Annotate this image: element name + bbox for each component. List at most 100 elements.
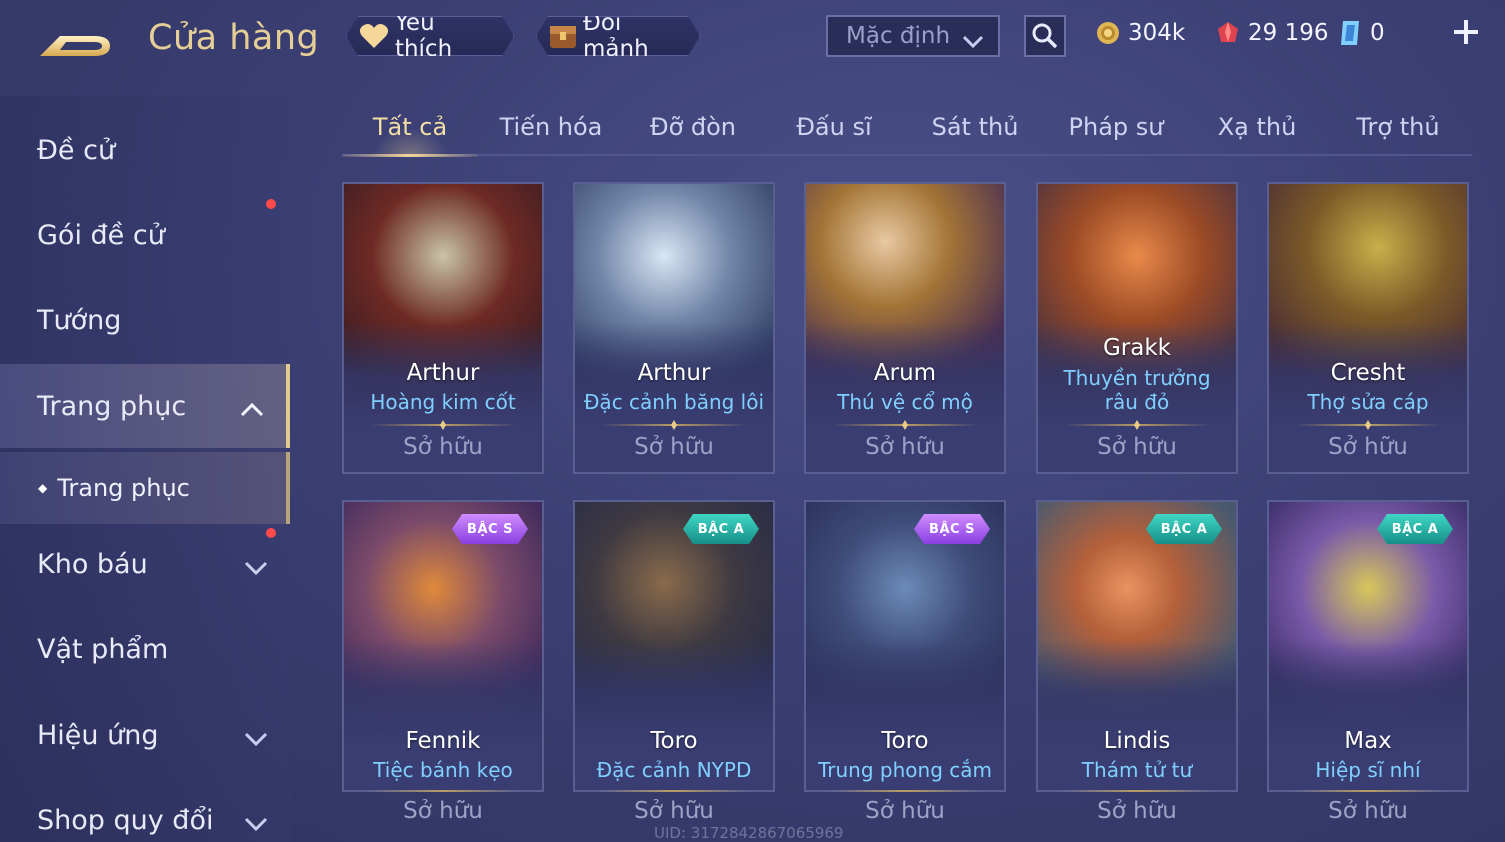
- owned-status: Sở hữu: [865, 798, 945, 824]
- tier-badge: BẬC A: [1377, 514, 1453, 544]
- diamond-bullet-icon: ◆: [38, 481, 48, 495]
- skin-card[interactable]: Cresht Thợ sửa cáp Sở hữu: [1267, 182, 1469, 474]
- tab-fighter[interactable]: Đấu sĩ: [766, 100, 902, 154]
- divider: [601, 424, 747, 426]
- skin-grid: Arthur Hoàng kim cốt Sở hữu Arthur Đặc c…: [342, 182, 1472, 842]
- notification-dot: [266, 199, 276, 209]
- chevron-up-icon: [240, 394, 264, 425]
- skin-name: Trung phong cắm: [818, 758, 992, 782]
- sidebar-item-items[interactable]: Vật phẩm: [0, 607, 290, 691]
- skin-card[interactable]: BẬC S Fennik Tiệc bánh kẹo: [342, 500, 544, 792]
- tab-tank[interactable]: Đỡ đòn: [625, 100, 761, 154]
- divider: [830, 790, 980, 792]
- sidebar-item-label: Hiệu ứng: [37, 719, 159, 751]
- sidebar-subitem-skins[interactable]: ◆ Trang phục: [0, 452, 290, 524]
- owned-status: Sở hữu: [1328, 434, 1408, 460]
- skin-card[interactable]: Grakk Thuyền trưởng râu đỏ Sở hữu: [1036, 182, 1238, 474]
- exchange-fragments-button[interactable]: Đổi mảnh: [536, 16, 700, 56]
- hero-name: Cresht: [1330, 360, 1406, 386]
- chevron-down-icon: [244, 723, 268, 754]
- tab-evolution[interactable]: Tiến hóa: [483, 100, 619, 154]
- sidebar-item-label: Gói đề cử: [37, 219, 165, 251]
- sidebar: Đề cử Gói đề cử Tướng Trang phục ◆ Trang…: [0, 96, 290, 842]
- sidebar-item-label: Vật phẩm: [37, 633, 169, 665]
- fragments-label: Đổi mảnh: [583, 10, 649, 62]
- sidebar-item-heroes[interactable]: Tướng: [0, 278, 290, 362]
- crystal-icon: [1336, 19, 1364, 47]
- sidebar-item-label: Tướng: [37, 304, 122, 336]
- gold-balance: 304k: [1094, 16, 1185, 50]
- tier-badge: BẬC S: [452, 514, 528, 544]
- search-icon: [1032, 23, 1058, 49]
- divider: [1293, 790, 1443, 792]
- fragment-chest-icon: [547, 19, 579, 53]
- sidebar-item-exchange-shop[interactable]: Shop quy đổi: [0, 778, 290, 842]
- hero-name: Arthur: [406, 360, 480, 386]
- user-id-watermark: UID: 3172842867065969: [654, 824, 844, 842]
- chevron-down-icon: [244, 552, 268, 583]
- sidebar-item-label: Kho báu: [37, 548, 148, 580]
- skin-card[interactable]: BẬC A Max Hiệp sĩ nhí: [1267, 500, 1469, 792]
- favorites-label: Yêu thích: [394, 10, 453, 62]
- back-arrow-icon: [40, 36, 110, 56]
- divider: [1064, 424, 1210, 426]
- tier-badge: BẬC A: [683, 514, 759, 544]
- plus-icon: [1454, 20, 1478, 44]
- sidebar-item-label: Đề cử: [37, 134, 116, 166]
- top-bar: Cửa hàng Yêu thích Đổi mảnh Mặc định 304…: [0, 0, 1505, 80]
- divider: [1295, 424, 1441, 426]
- owned-status: Sở hữu: [1097, 434, 1177, 460]
- sidebar-item-treasure[interactable]: Kho báu: [0, 522, 290, 606]
- tab-support[interactable]: Trợ thủ: [1330, 100, 1466, 154]
- back-button[interactable]: [36, 22, 116, 62]
- top-up-button[interactable]: [1450, 16, 1482, 48]
- divider: [599, 790, 749, 792]
- row2-owned-strip: Sở hữu Sở hữu Sở hữu Sở hữu Sở hữu: [342, 782, 1472, 842]
- owned-status: Sở hữu: [1328, 798, 1408, 824]
- sidebar-item-effects[interactable]: Hiệu ứng: [0, 693, 290, 777]
- skin-name: Thú vệ cổ mộ: [837, 390, 973, 414]
- favorites-button[interactable]: Yêu thích: [346, 16, 514, 56]
- diamond-amount: 0: [1370, 20, 1385, 46]
- divider: [1062, 790, 1212, 792]
- gold-amount: 304k: [1128, 20, 1186, 46]
- hero-name: Arthur: [637, 360, 711, 386]
- hero-name: Fennik: [405, 728, 481, 754]
- hero-name: Toro: [881, 728, 929, 754]
- divider: [832, 424, 978, 426]
- voucher-balance: 29 196: [1214, 16, 1328, 50]
- skin-name: Đặc cảnh NYPD: [596, 758, 752, 782]
- tab-marksman[interactable]: Xạ thủ: [1189, 100, 1325, 154]
- tab-mage[interactable]: Pháp sư: [1048, 100, 1184, 154]
- chevron-down-icon: [962, 29, 984, 55]
- tab-all[interactable]: Tất cả: [342, 100, 478, 157]
- sidebar-item-recommended[interactable]: Đề cử: [0, 108, 290, 192]
- diamond-balance: 0: [1336, 16, 1385, 50]
- divider: [368, 790, 518, 792]
- skin-card[interactable]: Arthur Hoàng kim cốt Sở hữu: [342, 182, 544, 474]
- chevron-down-icon: [244, 808, 268, 839]
- hero-name: Toro: [650, 728, 698, 754]
- owned-status: Sở hữu: [634, 434, 714, 460]
- skin-card[interactable]: Arthur Đặc cảnh băng lôi Sở hữu: [573, 182, 775, 474]
- heart-icon: [357, 19, 391, 53]
- skin-card[interactable]: Arum Thú vệ cổ mộ Sở hữu: [804, 182, 1006, 474]
- skin-name: Thám tử tư: [1081, 758, 1193, 782]
- search-button[interactable]: [1024, 15, 1066, 57]
- owned-status: Sở hữu: [865, 434, 945, 460]
- skin-card[interactable]: BẬC S Toro Trung phong cắm: [804, 500, 1006, 792]
- skin-card[interactable]: BẬC A Toro Đặc cảnh NYPD: [573, 500, 775, 792]
- sort-value: Mặc định: [846, 23, 951, 49]
- skin-card[interactable]: BẬC A Lindis Thám tử tư: [1036, 500, 1238, 792]
- sort-dropdown[interactable]: Mặc định: [826, 15, 1000, 57]
- notification-dot: [266, 528, 276, 538]
- divider: [370, 424, 516, 426]
- skin-name: Hoàng kim cốt: [370, 390, 516, 414]
- skin-name: Hiệp sĩ nhí: [1315, 758, 1421, 782]
- sidebar-item-recommended-packs[interactable]: Gói đề cử: [0, 193, 290, 277]
- sidebar-item-skins[interactable]: Trang phục: [0, 364, 290, 448]
- tab-assassin[interactable]: Sát thủ: [907, 100, 1043, 154]
- owned-status: Sở hữu: [403, 798, 483, 824]
- hero-name: Max: [1344, 728, 1392, 754]
- skin-name: Thợ sửa cáp: [1307, 390, 1429, 414]
